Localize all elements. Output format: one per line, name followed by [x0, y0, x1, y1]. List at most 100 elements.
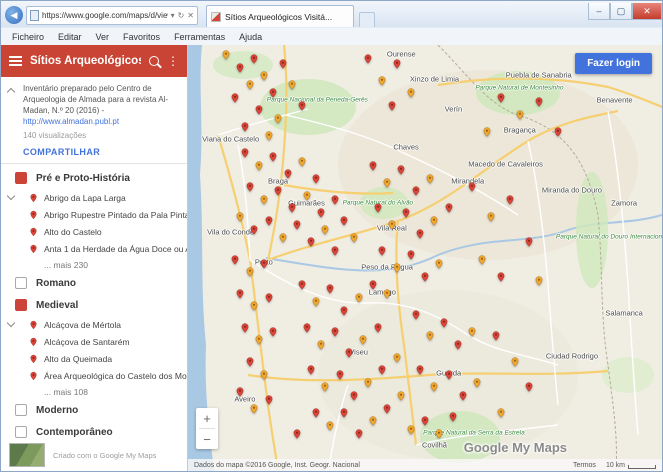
terms-link[interactable]: Termos	[573, 462, 596, 469]
legend-item[interactable]: Abrigo da Lapa Larga	[29, 189, 187, 206]
map-marker-red[interactable]	[268, 86, 278, 100]
map-marker-red[interactable]	[505, 193, 515, 207]
map-marker-red[interactable]	[264, 291, 274, 305]
map-marker-red[interactable]	[339, 214, 349, 228]
map-marker-red[interactable]	[254, 103, 264, 117]
map-marker-red[interactable]	[283, 167, 293, 181]
menu-item-ferramentas[interactable]: Ferramentas	[167, 32, 232, 42]
legend-item[interactable]: Alto do Castelo	[29, 223, 187, 240]
layer-checkbox[interactable]	[15, 299, 27, 312]
map-marker-red[interactable]	[534, 95, 544, 109]
map-marker-red[interactable]	[420, 270, 430, 284]
map-marker-orange[interactable]	[425, 172, 435, 186]
map-marker-red[interactable]	[230, 91, 240, 105]
map-marker-red[interactable]	[444, 368, 454, 382]
map-marker-orange[interactable]	[287, 78, 297, 92]
map-marker-red[interactable]	[377, 244, 387, 258]
map-marker-orange[interactable]	[259, 69, 269, 83]
map-marker-orange[interactable]	[377, 74, 387, 88]
map-marker-red[interactable]	[249, 223, 259, 237]
map-marker-red[interactable]	[268, 150, 278, 164]
map-marker-red[interactable]	[420, 414, 430, 428]
map-marker-red[interactable]	[496, 270, 506, 284]
map-marker-red[interactable]	[311, 172, 321, 186]
map-marker-red[interactable]	[316, 206, 326, 220]
legend-section-row[interactable]: Romano	[1, 272, 187, 294]
map-marker-orange[interactable]	[392, 261, 402, 275]
map-marker-orange[interactable]	[320, 223, 330, 237]
map-marker-red[interactable]	[354, 427, 364, 441]
new-tab-button[interactable]	[359, 12, 375, 27]
map-marker-red[interactable]	[278, 57, 288, 71]
map-marker-red[interactable]	[339, 406, 349, 420]
map-marker-orange[interactable]	[259, 193, 269, 207]
map-marker-red[interactable]	[235, 385, 245, 399]
map-marker-red[interactable]	[245, 355, 255, 369]
map-marker-red[interactable]	[335, 368, 345, 382]
login-button[interactable]: Fazer login	[575, 53, 652, 74]
map-marker-orange[interactable]	[382, 176, 392, 190]
map-marker-red[interactable]	[235, 287, 245, 301]
map-marker-orange[interactable]	[363, 376, 373, 390]
map-marker-orange[interactable]	[425, 329, 435, 343]
map-marker-orange[interactable]	[349, 231, 359, 245]
refresh-icon[interactable]: ↻	[178, 11, 185, 20]
map-marker-red[interactable]	[240, 321, 250, 335]
address-bar[interactable]: https://www.google.com/maps/d/viewer?usp…	[26, 5, 198, 25]
map-marker-red[interactable]	[387, 99, 397, 113]
map-marker-red[interactable]	[349, 389, 359, 403]
map-marker-red[interactable]	[368, 159, 378, 173]
map-marker-red[interactable]	[264, 393, 274, 407]
map-marker-red[interactable]	[363, 52, 373, 66]
map-marker-red[interactable]	[240, 146, 250, 160]
map-marker-red[interactable]	[382, 402, 392, 416]
map-marker-orange[interactable]	[297, 155, 307, 169]
map-marker-orange[interactable]	[392, 351, 402, 365]
hamburger-menu-icon[interactable]	[9, 56, 22, 66]
kebab-menu-icon[interactable]: ⋮	[167, 55, 179, 67]
map-canvas[interactable]: Ourense Xinzo de Limia Verín Puebla de Sana…	[188, 45, 662, 471]
map-marker-orange[interactable]	[477, 253, 487, 267]
collapse-chevron-icon[interactable]	[6, 87, 16, 97]
map-marker-orange[interactable]	[273, 112, 283, 126]
close-button[interactable]: ✕	[632, 3, 662, 20]
map-marker-orange[interactable]	[254, 333, 264, 347]
map-marker-red[interactable]	[297, 278, 307, 292]
map-marker-red[interactable]	[444, 201, 454, 215]
map-marker-red[interactable]	[245, 180, 255, 194]
map-marker-red[interactable]	[306, 235, 316, 249]
map-marker-orange[interactable]	[302, 189, 312, 203]
menu-item-ver[interactable]: Ver	[89, 32, 117, 42]
map-marker-orange[interactable]	[259, 368, 269, 382]
map-marker-red[interactable]	[453, 338, 463, 352]
map-marker-orange[interactable]	[245, 78, 255, 92]
menu-item-editar[interactable]: Editar	[51, 32, 89, 42]
description-link[interactable]: http://www.almadan.publ.pt	[23, 117, 179, 126]
menu-item-ficheiro[interactable]: Ficheiro	[5, 32, 51, 42]
map-marker-orange[interactable]	[254, 159, 264, 173]
layer-checkbox[interactable]	[15, 404, 27, 417]
map-marker-red[interactable]	[330, 193, 340, 207]
map-marker-orange[interactable]	[249, 402, 259, 416]
map-marker-orange[interactable]	[278, 231, 288, 245]
map-marker-red[interactable]	[411, 184, 421, 198]
map-marker-red[interactable]	[325, 282, 335, 296]
search-icon[interactable]	[149, 56, 159, 66]
legend-more-link[interactable]: ... mais 108	[29, 384, 187, 399]
map-marker-red[interactable]	[287, 201, 297, 215]
map-marker-orange[interactable]	[387, 218, 397, 232]
legend-section-row[interactable]: Moderno	[1, 399, 187, 421]
map-marker-red[interactable]	[467, 180, 477, 194]
map-marker-orange[interactable]	[316, 338, 326, 352]
map-marker-red[interactable]	[373, 201, 383, 215]
map-marker-orange[interactable]	[434, 427, 444, 441]
share-button[interactable]: COMPARTILHAR	[23, 147, 179, 157]
layer-checkbox[interactable]	[15, 277, 27, 290]
map-marker-red[interactable]	[396, 163, 406, 177]
legend-item[interactable]: Alto da Queimada	[29, 350, 187, 367]
map-marker-red[interactable]	[524, 380, 534, 394]
zoom-out-button[interactable]: −	[196, 429, 218, 449]
map-marker-orange[interactable]	[249, 299, 259, 313]
map-marker-orange[interactable]	[311, 295, 321, 309]
legend-section-row[interactable]: Contemporâneo	[1, 421, 187, 439]
